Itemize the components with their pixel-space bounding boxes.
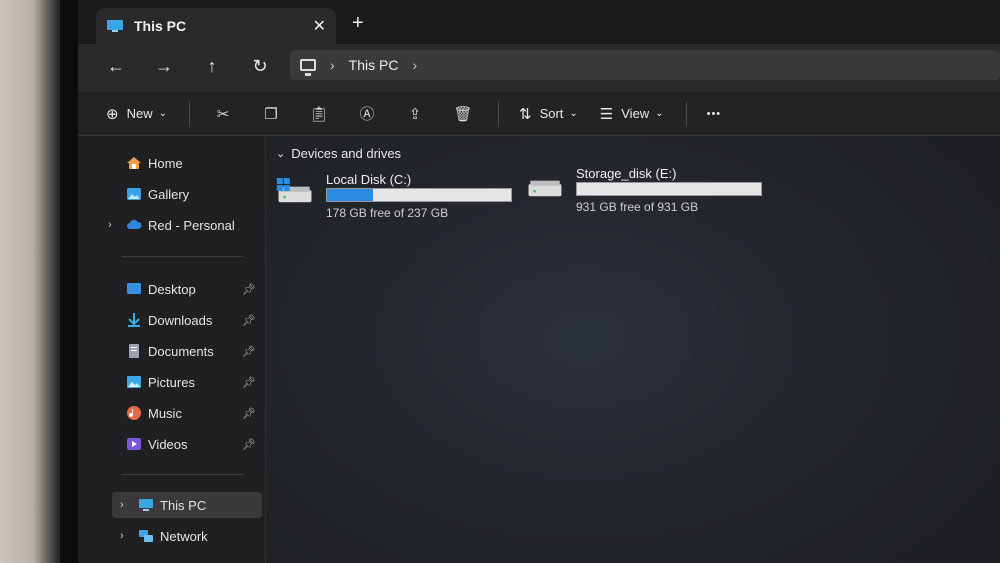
back-button[interactable]: ← [104,56,128,77]
screen-edge [60,0,78,563]
drive-free-space: 178 GB free of 237 GB [326,206,449,220]
gallery-icon [127,188,141,200]
content-pane: ⌄ Devices and drives Local Disk (C:) 178… [266,136,1000,563]
new-label: New [126,106,153,121]
breadcrumb-this-pc[interactable]: This PC [349,57,399,73]
file-explorer-window: This PC ✕ + ← → ↑ ↻ › This PC › ⊕ New ⌄ … [78,0,1000,563]
pin-icon[interactable]: 📌︎ [242,438,256,451]
up-button[interactable]: ↑ [200,56,224,77]
tab-title: This PC [134,18,187,34]
network-icon [139,530,153,542]
sidebar-item-desktop[interactable]: Desktop 📌︎ [78,276,266,302]
this-pc-icon [107,20,123,32]
drive-local-disk-c[interactable]: Local Disk (C:) 178 GB free of 237 GB [274,172,524,222]
documents-icon [129,344,139,358]
divider [188,100,190,127]
tab-this-pc[interactable]: This PC ✕ [96,8,336,44]
pin-icon[interactable]: 📌︎ [242,376,256,389]
drive-icon [528,180,562,197]
chevron-right-icon[interactable]: › [330,57,335,73]
new-tab-button[interactable]: + [352,12,364,35]
sidebar-item-documents[interactable]: Documents 📌︎ [78,338,266,364]
chevron-right-icon[interactable]: › [120,530,138,542]
videos-icon [127,438,141,450]
drive-usage-fill [327,189,373,201]
divider [122,256,244,257]
cut-icon[interactable]: ✂ [210,101,236,127]
close-tab-button[interactable]: ✕ [313,16,326,36]
view-button[interactable]: ☰ View ⌄ [600,105,664,123]
plus-circle-icon: ⊕ [106,105,119,123]
paste-icon[interactable]: 📋︎ [306,101,332,127]
windows-drive-icon [276,178,312,203]
music-icon [127,406,141,420]
drive-name: Local Disk (C:) [326,172,412,187]
forward-button[interactable]: → [152,56,176,77]
refresh-button[interactable]: ↻ [248,56,272,77]
pin-icon[interactable]: 📌︎ [242,314,256,327]
chevron-right-icon[interactable]: › [120,499,138,511]
sidebar-item-videos[interactable]: Videos 📌︎ [78,431,266,457]
view-label: View [621,106,650,121]
drive-free-space: 931 GB free of 931 GB [576,200,699,214]
drive-name: Storage_disk (E:) [576,166,677,181]
view-icon: ☰ [599,105,614,123]
delete-icon[interactable]: 🗑︎ [450,101,476,127]
divider [497,100,499,127]
sidebar-item-gallery[interactable]: Gallery [78,181,266,207]
command-bar: ⊕ New ⌄ ✂ ❐ 📋︎ Ⓐ ⇪ 🗑︎ ⇅ Sort ⌄ ☰ View ⌄ … [78,92,1000,136]
sort-icon: ⇅ [518,105,532,123]
pictures-icon [127,376,141,388]
sidebar-item-music[interactable]: Music 📌︎ [78,400,266,426]
navigation-bar: ← → ↑ ↻ › This PC › [78,44,1000,92]
pin-icon[interactable]: 📌︎ [242,283,256,296]
sidebar-item-downloads[interactable]: Downloads 📌︎ [78,307,266,333]
pin-icon[interactable]: 📌︎ [242,407,256,420]
sort-label: Sort [539,106,564,121]
computer-icon [300,59,316,76]
section-title: Devices and drives [291,146,402,161]
drive-usage-bar [576,182,762,196]
sidebar-item-this-pc[interactable]: › This PC [112,492,262,518]
chevron-down-icon: ⌄ [158,108,167,119]
title-bar: This PC ✕ + [78,0,1000,44]
sidebar-item-red-personal[interactable]: › Red - Personal [78,212,266,238]
rename-icon[interactable]: Ⓐ [354,101,380,127]
sidebar-item-network[interactable]: › Network [78,523,266,549]
divider [685,100,687,127]
cloud-icon [127,219,142,229]
see-more-button[interactable]: ••• [707,108,722,120]
chevron-down-icon: ⌄ [569,108,578,119]
section-header-devices[interactable]: ⌄ Devices and drives [276,146,401,161]
chevron-right-icon[interactable]: › [412,57,417,73]
navigation-pane: Home Gallery › Red - Personal Desktop 📌︎… [78,136,266,563]
address-bar[interactable]: › This PC › [290,50,1000,80]
chevron-down-icon: ⌄ [276,148,286,160]
pin-icon[interactable]: 📌︎ [242,345,256,358]
chevron-right-icon[interactable]: › [108,219,126,231]
copy-icon[interactable]: ❐ [258,101,284,127]
new-button[interactable]: ⊕ New ⌄ [106,105,167,123]
divider [122,474,244,475]
drive-usage-bar [326,188,512,202]
drive-storage-disk-e[interactable]: Storage_disk (E:) 931 GB free of 931 GB [524,166,774,216]
desktop-icon [127,283,141,294]
downloads-icon [128,313,140,327]
sidebar-item-home[interactable]: Home [78,150,266,176]
chevron-down-icon: ⌄ [655,108,664,119]
share-icon[interactable]: ⇪ [402,101,428,127]
sidebar-item-pictures[interactable]: Pictures 📌︎ [78,369,266,395]
this-pc-icon [139,499,153,511]
sort-button[interactable]: ⇅ Sort ⌄ [519,105,578,123]
home-icon [127,157,141,169]
